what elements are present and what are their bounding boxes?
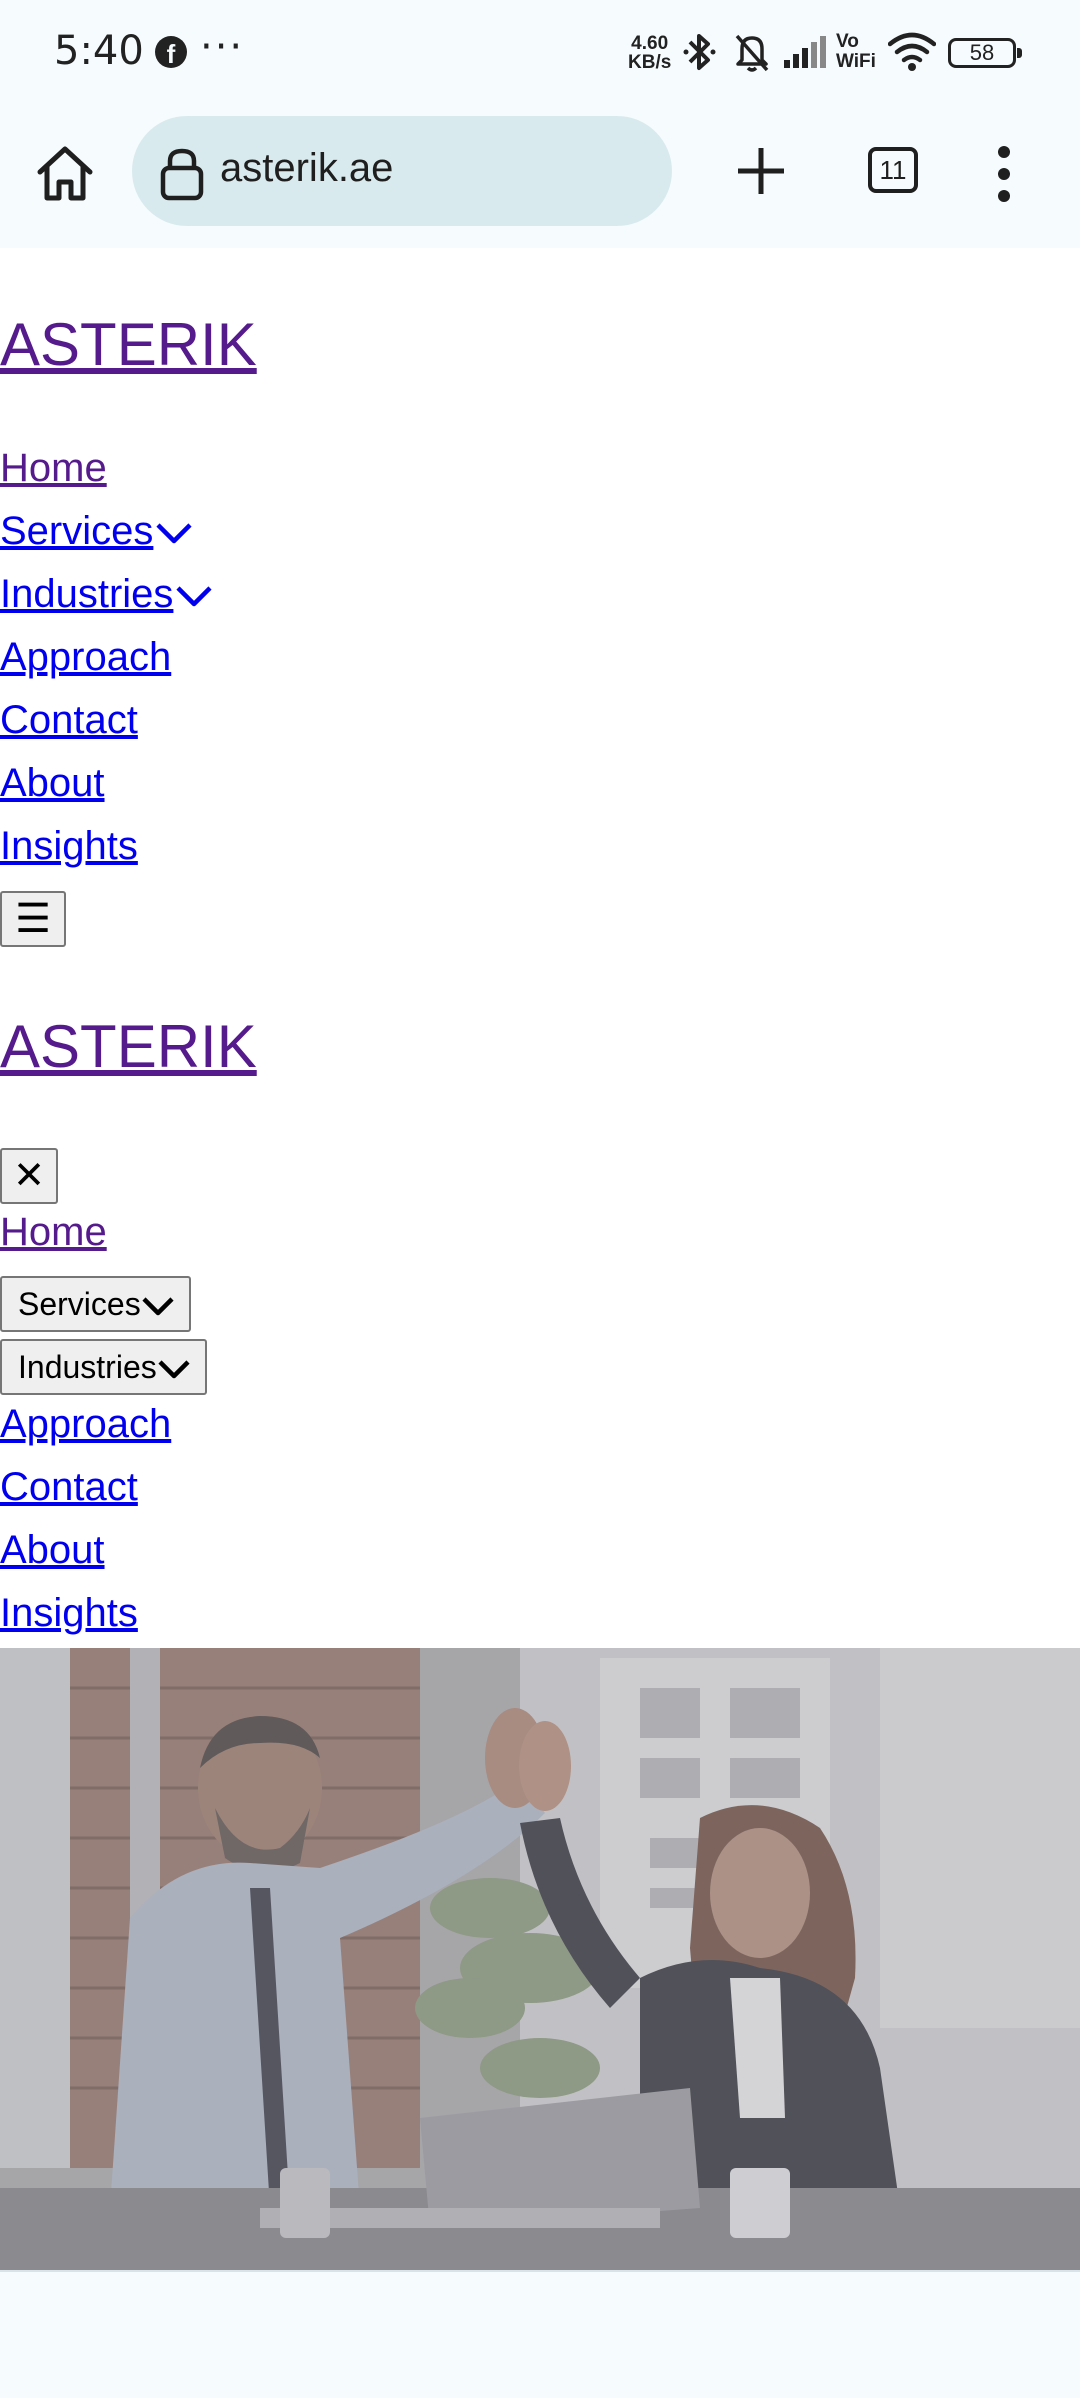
lock-icon[interactable] — [152, 143, 212, 203]
mobile-brand-logo-link[interactable]: ASTERIK — [0, 1012, 257, 1081]
new-tab-icon[interactable] — [726, 136, 796, 206]
battery-icon: 58 — [948, 38, 1022, 68]
signal-strength-icon — [784, 36, 826, 68]
vowifi-top: Vo — [836, 31, 859, 52]
more-options-icon[interactable] — [984, 138, 1024, 208]
page-bottom-area — [0, 2272, 1080, 2398]
mobile-nav-contact-link[interactable]: Contact — [0, 1465, 138, 1510]
nav-services-label: Services — [0, 509, 154, 553]
chevron-down-icon — [176, 586, 213, 607]
nav-industries-label: Industries — [0, 572, 174, 616]
url-text[interactable]: asterik.ae — [220, 146, 393, 191]
network-speed-unit: KB/s — [628, 52, 672, 73]
vowifi-bottom: WiFi — [836, 51, 876, 72]
mobile-industries-label: Industries — [18, 1349, 157, 1385]
tab-switcher-button[interactable]: 11 — [868, 147, 918, 193]
facebook-notification-icon: f — [155, 36, 187, 69]
address-bar[interactable]: asterik.ae — [132, 116, 672, 226]
more-notifications-icon: ··· — [200, 24, 245, 70]
wifi-icon — [888, 32, 936, 71]
bluetooth-icon — [683, 34, 716, 70]
brand-logo-link[interactable]: ASTERIK — [0, 310, 257, 379]
nav-home-link[interactable]: Home — [0, 446, 107, 491]
hero-photo-office-high-five — [0, 1648, 1080, 2270]
status-bar: 5:40 f ··· 4.60 KB/s Vo WiFi 58 — [0, 0, 1080, 108]
nav-about-link[interactable]: About — [0, 761, 105, 806]
close-menu-button[interactable]: ✕ — [0, 1148, 58, 1204]
mobile-services-dropdown-button[interactable]: Services — [0, 1276, 191, 1332]
mobile-nav-about-link[interactable]: About — [0, 1528, 105, 1573]
network-speed: 4.60 KB/s — [628, 34, 671, 72]
mobile-nav-insights-link[interactable]: Insights — [0, 1591, 138, 1636]
silent-bell-icon — [735, 34, 769, 72]
chevron-down-icon — [156, 523, 192, 544]
mobile-nav-approach-link[interactable]: Approach — [0, 1402, 171, 1447]
vowifi-indicator: Vo WiFi — [836, 32, 876, 72]
nav-industries-link[interactable]: Industries — [0, 572, 213, 617]
nav-approach-link[interactable]: Approach — [0, 635, 171, 680]
chevron-down-icon — [158, 1359, 190, 1378]
nav-contact-link[interactable]: Contact — [0, 698, 138, 743]
hamburger-menu-button[interactable]: ☰ — [0, 891, 66, 947]
home-icon[interactable] — [30, 138, 100, 208]
status-time: 5:40 — [54, 28, 144, 74]
browser-toolbar: asterik.ae 11 — [0, 108, 1080, 248]
mobile-nav-home-link[interactable]: Home — [0, 1210, 107, 1255]
chevron-down-icon — [142, 1296, 174, 1315]
mobile-services-label: Services — [18, 1286, 141, 1322]
network-speed-value: 4.60 — [631, 33, 669, 54]
nav-services-link[interactable]: Services — [0, 509, 193, 554]
hero-image — [0, 1648, 1080, 2270]
nav-insights-link[interactable]: Insights — [0, 824, 138, 869]
mobile-industries-dropdown-button[interactable]: Industries — [0, 1339, 207, 1395]
